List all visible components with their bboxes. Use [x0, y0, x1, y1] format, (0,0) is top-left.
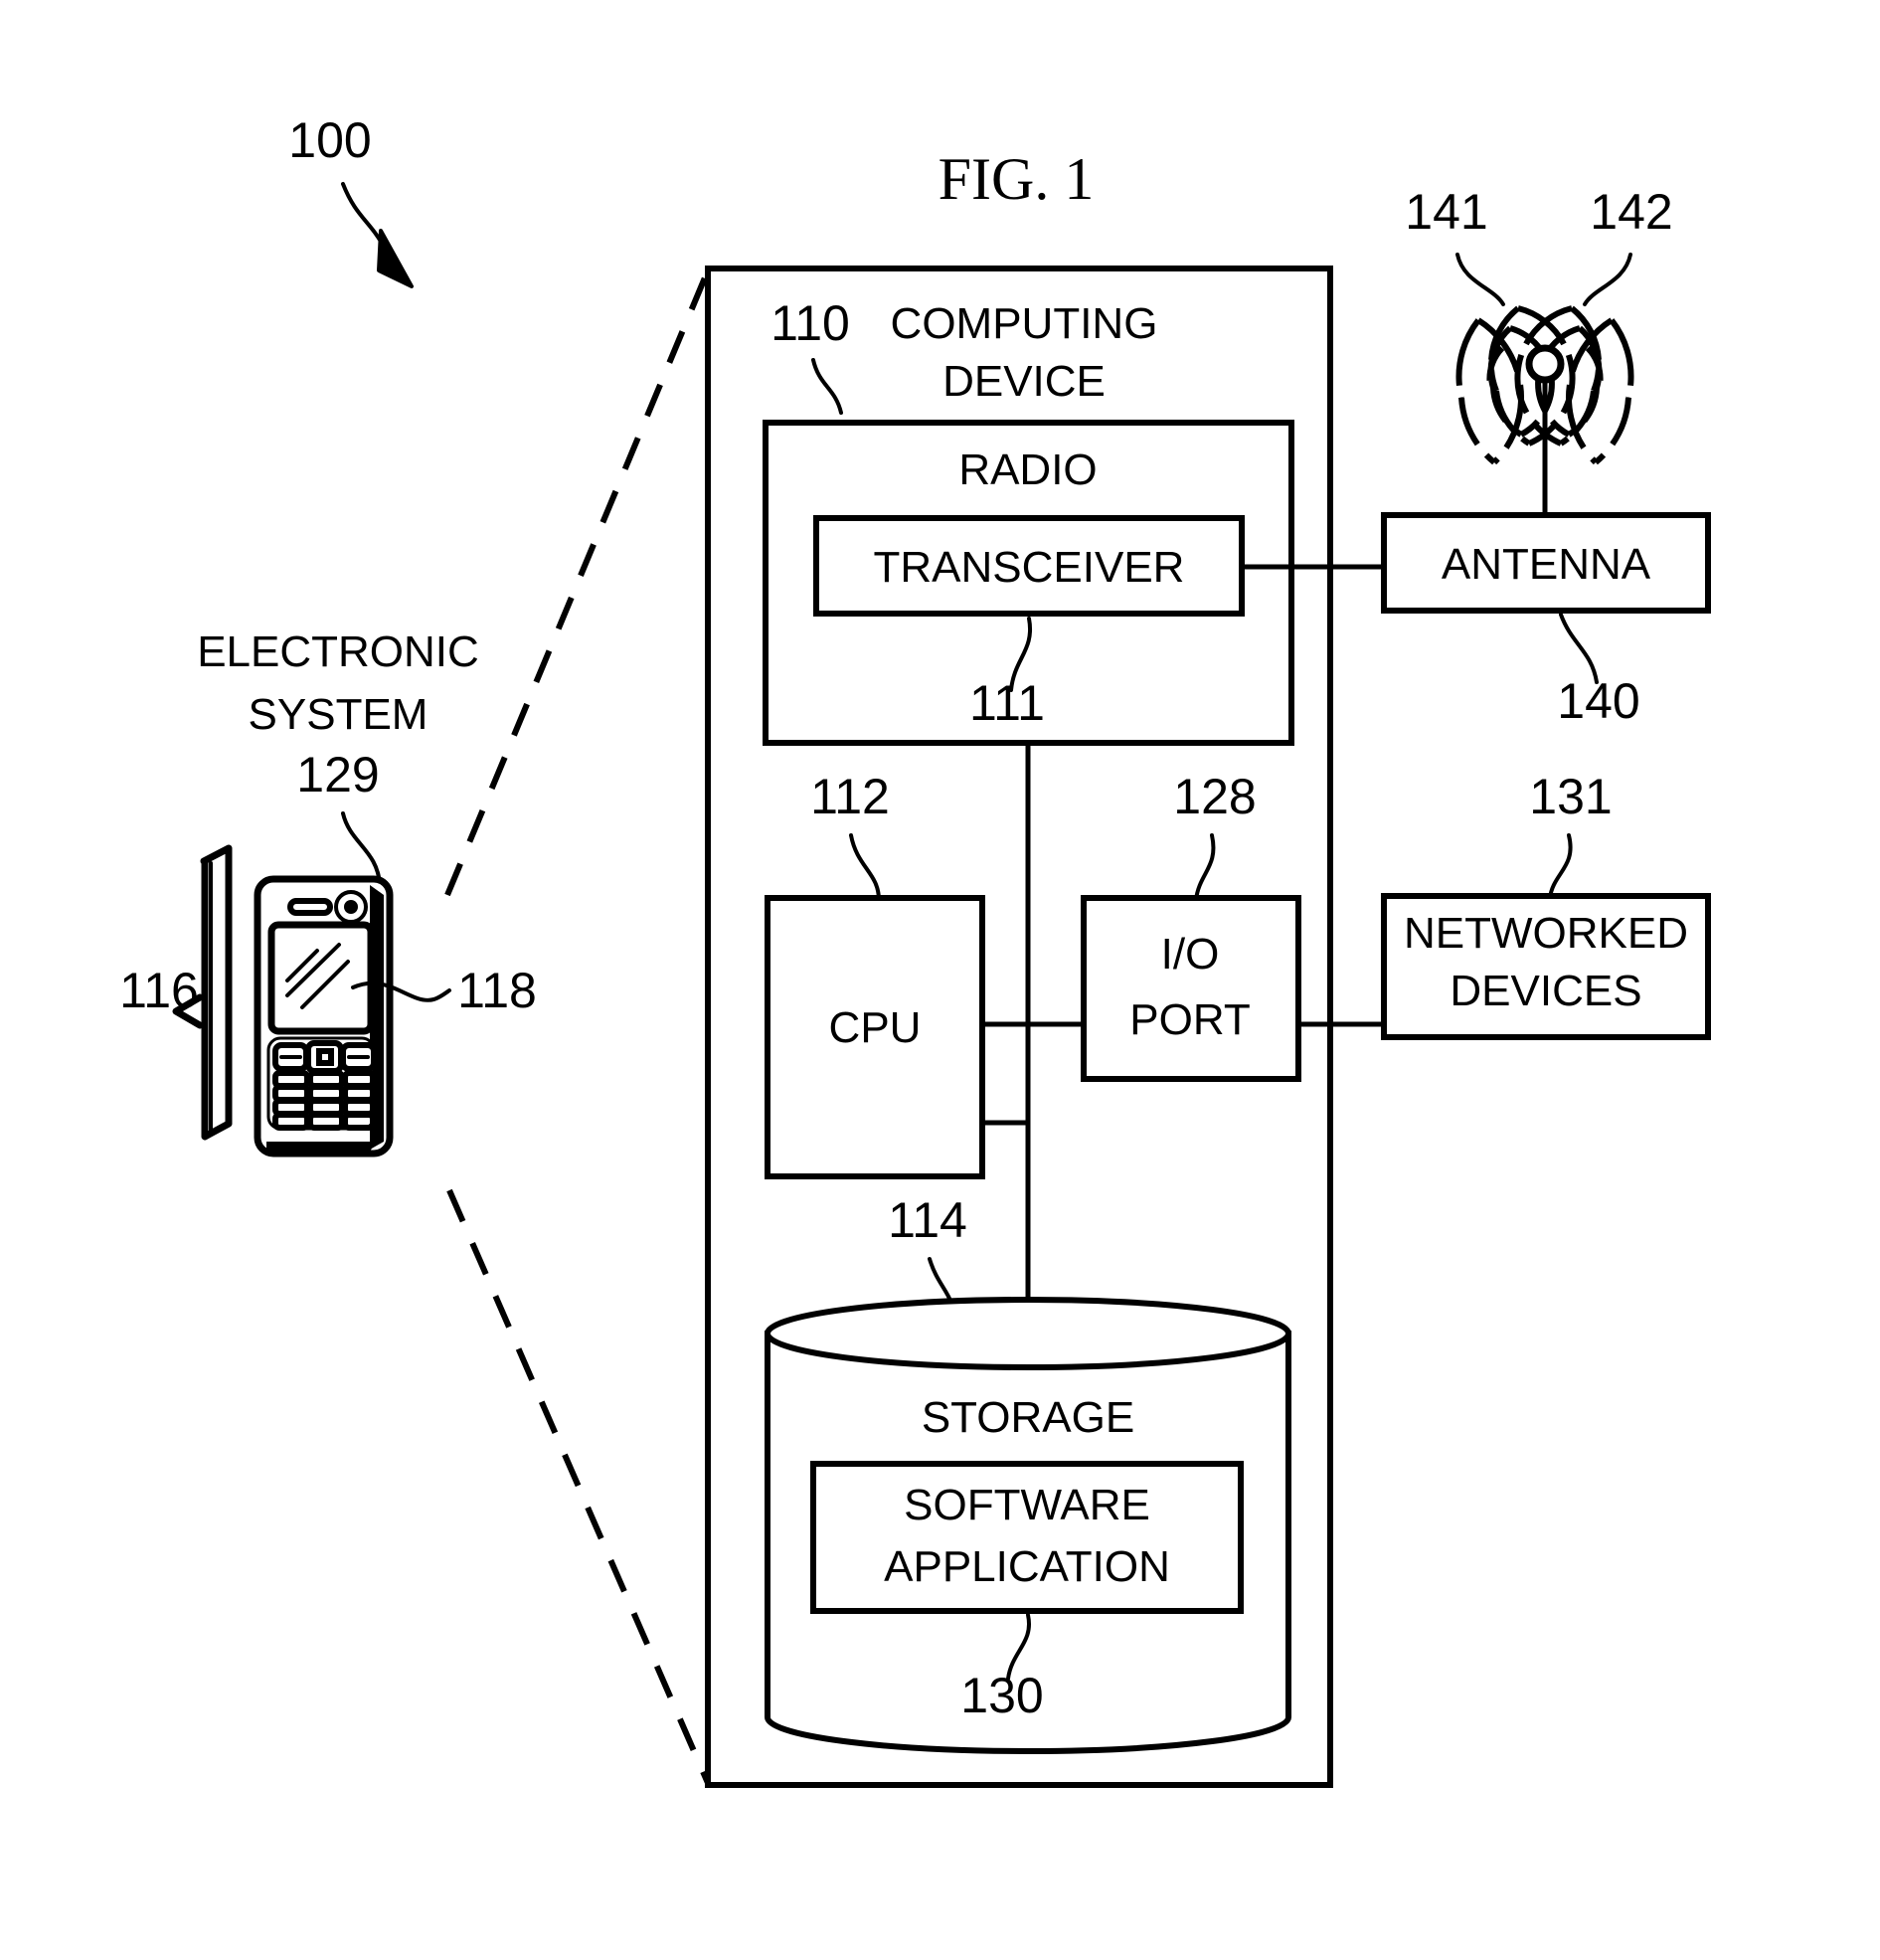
ref-130: 130 [960, 1668, 1043, 1723]
patent-figure-1: 100 FIG. 1 ELECTRONIC SYSTEM 129 116 118 [0, 0, 1880, 1960]
ref-140: 140 [1557, 673, 1639, 729]
navigation-key-center-icon [316, 1048, 334, 1066]
io-port-box [1081, 895, 1301, 1082]
ref-131: 131 [1529, 769, 1612, 824]
phone-display [267, 921, 375, 1035]
phone-bottom-shadow [266, 1142, 376, 1152]
networked-devices-label-line1: NETWORKED [1404, 909, 1688, 958]
figure-title: FIG. 1 [939, 146, 1095, 212]
ref-128: 128 [1173, 769, 1256, 824]
antenna-feedpoint-icon [1525, 344, 1565, 384]
antenna-label: ANTENNA [1442, 540, 1651, 589]
earpiece-speaker-icon [287, 898, 333, 916]
ref-116: 116 [119, 963, 199, 1018]
ref-110: 110 [770, 295, 850, 351]
ref-100: 100 [288, 112, 371, 168]
computing-device-label-line2: DEVICE [942, 357, 1106, 406]
electronic-system-label-line2: SYSTEM [249, 690, 428, 739]
ref-111: 111 [969, 675, 1045, 731]
software-application-label-line2: APPLICATION [884, 1542, 1170, 1591]
ref-129: 129 [296, 747, 379, 802]
camera-lens-inner-icon [344, 900, 358, 914]
transceiver-label: TRANSCEIVER [874, 543, 1185, 592]
software-application-label-line1: SOFTWARE [904, 1481, 1150, 1529]
ref-118: 118 [457, 963, 537, 1018]
networked-devices-label-line2: DEVICES [1450, 967, 1641, 1015]
computing-device-label-line1: COMPUTING [891, 299, 1158, 348]
electronic-system-label-line1: ELECTRONIC [197, 627, 479, 676]
radio-label: RADIO [958, 445, 1097, 494]
cpu-label: CPU [829, 1003, 922, 1052]
ref-142: 142 [1590, 184, 1672, 240]
storage-label: STORAGE [922, 1393, 1134, 1442]
ref-141: 141 [1405, 184, 1487, 240]
ref-112: 112 [810, 769, 890, 824]
storage-cylinder-top [765, 1297, 1291, 1370]
io-port-label-line1: I/O [1161, 930, 1220, 979]
ref-114: 114 [888, 1192, 967, 1248]
io-port-label-line2: PORT [1129, 995, 1250, 1044]
